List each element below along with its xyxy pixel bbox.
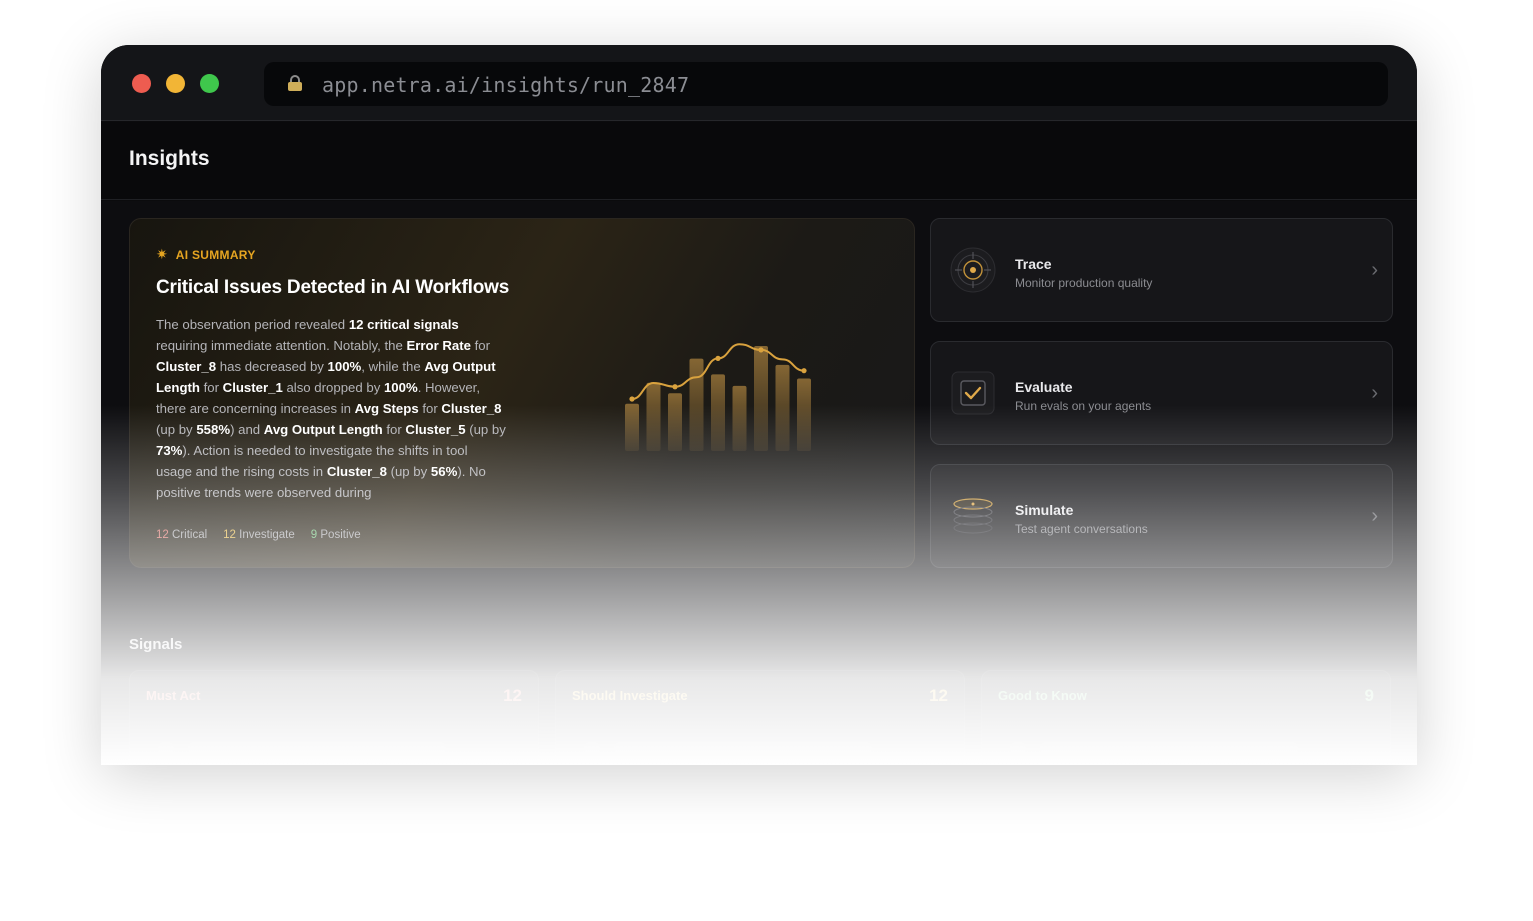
signal-count: 9 <box>1364 686 1374 705</box>
page-header: Insights <box>101 122 1417 200</box>
chart-bar <box>732 385 747 451</box>
summary-highlight: 100% <box>327 359 362 374</box>
summary-text-segment: requiring immediate attention. Notably, … <box>156 338 407 353</box>
action-card-evaluate[interactable]: Evaluate Run evals on your agents › <box>930 341 1393 445</box>
lock-icon <box>288 75 302 91</box>
summary-counts: 12 Critical 12 Investigate 9 Positive <box>156 529 361 541</box>
summary-highlight: Cluster_8 <box>156 359 217 374</box>
signal-name: Should Investigate <box>572 688 688 703</box>
sparkle-icon: ✷ <box>156 246 168 262</box>
investigate-count: 12 Investigate <box>223 529 295 541</box>
summary-text: The observation period revealed 12 criti… <box>156 314 506 503</box>
chart-bar <box>711 374 725 451</box>
chart-point <box>672 384 678 390</box>
chart-bar <box>668 393 682 451</box>
skeleton-bar <box>1040 742 1298 754</box>
summary-text-segment: The observation period revealed <box>156 317 349 332</box>
chart-point <box>715 355 721 361</box>
browser-window: app.netra.ai/insights/run_2847 Insights … <box>101 45 1417 765</box>
chevron-right-icon: › <box>1371 505 1378 527</box>
signal-card-must-act[interactable]: Must Act 12 <box>129 670 539 765</box>
summary-text-segment: also dropped by <box>282 380 384 395</box>
summary-text-segment: , while the <box>361 359 425 374</box>
summary-text-segment: (up by <box>465 422 506 437</box>
chart-point <box>629 396 635 402</box>
summary-highlight: 100% <box>383 380 418 395</box>
chart-point <box>758 347 764 353</box>
action-card-trace[interactable]: Trace Monitor production quality › <box>930 218 1393 322</box>
chart-bar <box>646 382 661 451</box>
skeleton-bar <box>188 742 446 754</box>
ai-summary-card: ✷ AI SUMMARY Critical Issues Detected in… <box>129 218 915 568</box>
summary-text-segment: ) and <box>230 422 264 437</box>
chevron-right-icon: › <box>1371 382 1378 404</box>
signal-card-good-to-know[interactable]: Good to Know 9 <box>981 670 1391 765</box>
browser-titlebar: app.netra.ai/insights/run_2847 <box>101 45 1417 121</box>
trend-chart-illustration <box>625 343 811 451</box>
action-desc: Test agent conversations <box>1015 522 1148 536</box>
layers-icon <box>953 498 993 534</box>
summary-highlight: Avg Output Length <box>263 422 383 437</box>
summary-highlight: Cluster_1 <box>222 380 283 395</box>
summary-highlight: Error Rate <box>406 338 471 353</box>
action-name: Trace <box>1015 256 1052 272</box>
insights-content: ✷ AI SUMMARY Critical Issues Detected in… <box>101 201 1417 765</box>
action-desc: Run evals on your agents <box>1015 399 1152 413</box>
chart-bar <box>797 378 811 451</box>
skeleton-dot <box>158 742 174 754</box>
ai-summary-tag: ✷ AI SUMMARY <box>156 246 256 263</box>
action-name: Evaluate <box>1015 379 1073 395</box>
summary-text-segment: (up by <box>156 422 197 437</box>
signal-name: Must Act <box>146 688 201 703</box>
skeleton-bar <box>614 742 872 754</box>
chevron-right-icon: › <box>1371 259 1378 281</box>
close-window-button[interactable] <box>132 74 151 93</box>
summary-text-segment: for <box>382 422 406 437</box>
skeleton-dot <box>1010 742 1026 754</box>
checkbox-icon <box>951 371 995 415</box>
summary-highlight: 12 critical signals <box>348 317 459 332</box>
url-text: app.netra.ai/insights/run_2847 <box>322 73 690 97</box>
action-card-simulate[interactable]: Simulate Test agent conversations › <box>930 464 1393 568</box>
chart-bar <box>625 403 639 451</box>
critical-count: 12 Critical <box>156 529 208 541</box>
summary-highlight: 73% <box>156 443 183 458</box>
maximize-window-button[interactable] <box>200 74 219 93</box>
summary-text-segment: for <box>199 380 223 395</box>
action-desc: Monitor production quality <box>1015 276 1153 290</box>
minimize-window-button[interactable] <box>166 74 185 93</box>
signal-card-should-investigate[interactable]: Should Investigate 12 <box>555 670 965 765</box>
signals-heading: Signals <box>129 636 183 653</box>
positive-count: 9 Positive <box>310 529 361 541</box>
summary-highlight: 558% <box>196 422 231 437</box>
action-name: Simulate <box>1015 502 1074 518</box>
summary-title: Critical Issues Detected in AI Workflows <box>156 277 510 298</box>
signal-count: 12 <box>503 686 522 705</box>
chart-bar <box>689 358 704 451</box>
chart-bar <box>754 346 768 451</box>
summary-highlight: Cluster_5 <box>405 422 466 437</box>
skeleton-dot <box>584 742 600 754</box>
address-bar[interactable]: app.netra.ai/insights/run_2847 <box>264 62 1388 106</box>
summary-highlight: Cluster_8 <box>441 401 502 416</box>
page-title: Insights <box>129 147 210 170</box>
summary-text-segment: has decreased by <box>216 359 328 374</box>
signal-count: 12 <box>929 686 948 705</box>
summary-highlight: Avg Steps <box>354 401 419 416</box>
target-icon <box>950 247 996 293</box>
summary-text-segment: (up by <box>386 464 431 479</box>
signal-name: Good to Know <box>998 688 1087 703</box>
summary-highlight: 56% <box>430 464 458 479</box>
chart-point <box>801 368 807 374</box>
ai-summary-label: AI SUMMARY <box>175 247 256 262</box>
chart-bar <box>775 364 790 451</box>
summary-text-segment: for <box>418 401 442 416</box>
summary-text-segment: for <box>470 338 491 353</box>
summary-highlight: Cluster_8 <box>326 464 387 479</box>
